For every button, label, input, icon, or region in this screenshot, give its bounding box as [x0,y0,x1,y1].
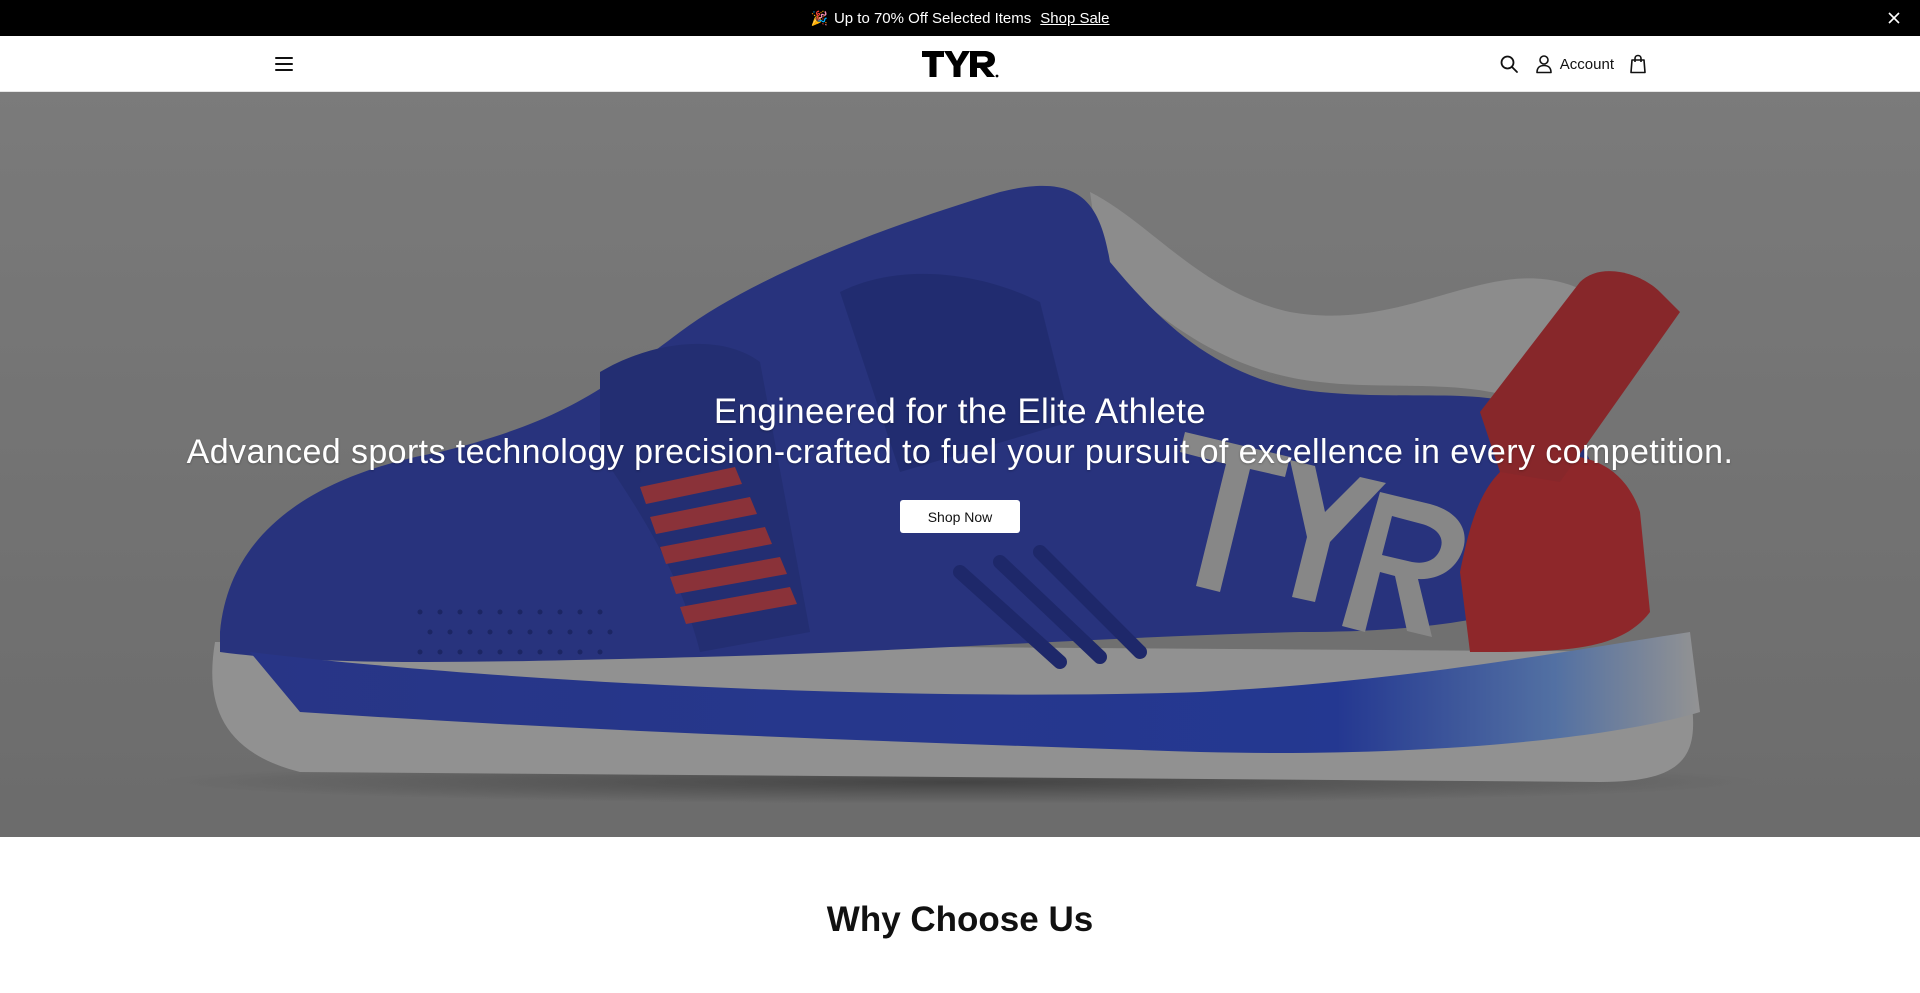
announcement-bar: 🎉 Up to 70% Off Selected Items Shop Sale [0,0,1920,36]
section-title: Why Choose Us [826,900,1094,939]
hero-banner: Engineered for the Elite Athlete Advance… [0,92,1920,837]
tyr-logo[interactable] [920,46,1000,82]
hero-text: Engineered for the Elite Athlete Advance… [0,392,1920,472]
announcement-text: Up to 70% Off Selected Items [833,9,1032,27]
search-button[interactable] [1497,52,1521,76]
hero-subtitle: Advanced sports technology precision-cra… [186,433,1734,471]
account-link[interactable]: Account [1535,54,1614,74]
shopping-bag-icon [1630,54,1646,74]
hero-title: Engineered for the Elite Athlete [713,392,1207,431]
menu-button[interactable] [272,52,296,76]
user-icon [1535,55,1552,74]
header-actions: Account [1497,36,1650,92]
close-icon [1888,12,1900,24]
shop-now-button[interactable]: Shop Now [900,500,1020,533]
close-announcement-button[interactable] [1884,8,1904,28]
shop-sale-link[interactable]: Shop Sale [1040,10,1109,27]
site-header: Account [0,36,1920,92]
hamburger-icon [275,57,293,71]
search-icon [1500,55,1518,73]
cart-button[interactable] [1626,52,1650,76]
logo-mark [922,51,999,78]
party-emoji: 🎉 [810,9,828,26]
account-label: Account [1559,55,1614,73]
